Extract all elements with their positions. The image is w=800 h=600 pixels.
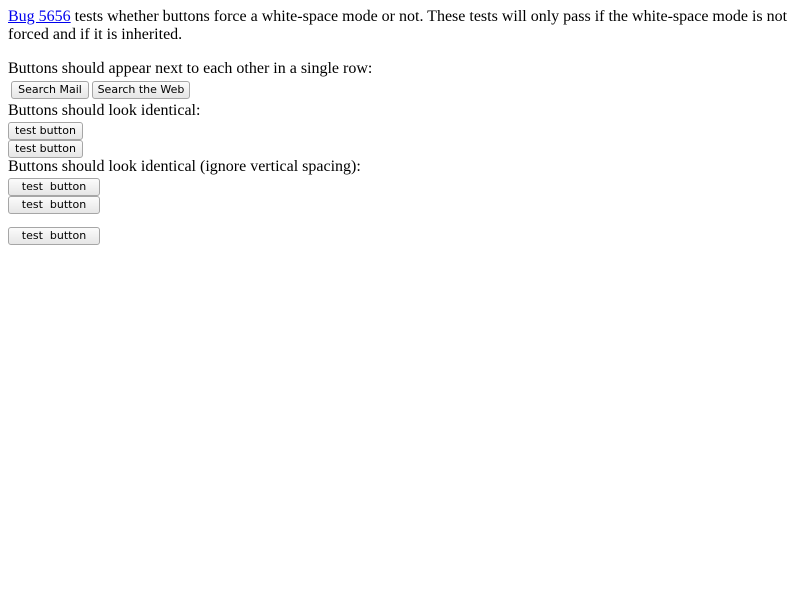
- test-button-spaced-3[interactable]: test button: [8, 227, 100, 245]
- test-button-2[interactable]: test button: [8, 140, 83, 158]
- page-content: Bug 5656 tests whether buttons force a w…: [8, 8, 792, 245]
- section3-button-row-3: test button: [8, 227, 792, 245]
- section2-button-row-2: test button: [8, 140, 792, 158]
- search-web-button[interactable]: Search the Web: [92, 81, 190, 99]
- section1-label: Buttons should appear next to each other…: [8, 60, 373, 77]
- test-button-1[interactable]: test button: [8, 122, 83, 140]
- section2-button-row-1: test button: [8, 122, 792, 140]
- bug-link[interactable]: Bug 5656: [8, 8, 71, 25]
- intro-text: tests whether buttons force a white-spac…: [8, 8, 788, 43]
- search-mail-button[interactable]: Search Mail: [11, 81, 89, 99]
- test-button-spaced-1[interactable]: test button: [8, 178, 100, 196]
- test-button-spaced-2[interactable]: test button: [8, 196, 100, 214]
- intro-paragraph: Bug 5656 tests whether buttons force a w…: [8, 8, 792, 44]
- section2-label: Buttons should look identical:: [8, 102, 201, 119]
- section3-button-row-1: test button: [8, 178, 792, 196]
- section3-label: Buttons should look identical (ignore ve…: [8, 158, 361, 175]
- section1-button-row: Search Mail Search the Web: [8, 81, 792, 99]
- section3-button-row-2: test button: [8, 196, 792, 214]
